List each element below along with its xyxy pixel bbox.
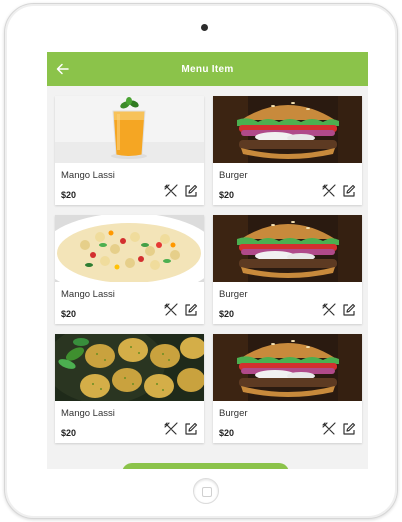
edit-icon[interactable] [184, 184, 198, 198]
crossed-utensils-icon[interactable] [164, 184, 178, 198]
item-price: $20 [219, 309, 235, 319]
edit-icon[interactable] [184, 422, 198, 436]
home-button[interactable] [193, 478, 219, 504]
item-name: Burger [219, 408, 248, 419]
item-price: $20 [219, 428, 235, 438]
back-button[interactable] [54, 61, 70, 77]
item-name: Mango Lassi [61, 170, 115, 181]
item-actions [164, 303, 198, 317]
bottom-action-button[interactable] [122, 463, 289, 469]
front-camera [201, 24, 208, 31]
item-actions [322, 303, 356, 317]
item-price: $20 [61, 428, 77, 438]
menu-item-grid: Mango Lassi $20 Burger $20 Mango Lassi $… [55, 96, 362, 443]
item-name: Mango Lassi [61, 408, 115, 419]
fried-patties-image [55, 334, 204, 401]
app-screen: Menu Item Mango Lassi $20 Burger $20 Man… [47, 52, 368, 469]
menu-item-card[interactable]: Mango Lassi $20 [55, 215, 204, 324]
edit-icon[interactable] [342, 184, 356, 198]
item-actions [322, 422, 356, 436]
crossed-utensils-icon[interactable] [322, 303, 336, 317]
menu-item-card[interactable]: Burger $20 [213, 215, 362, 324]
burger-image [213, 334, 362, 401]
menu-item-card[interactable]: Burger $20 [213, 334, 362, 443]
crossed-utensils-icon[interactable] [164, 422, 178, 436]
crossed-utensils-icon[interactable] [322, 422, 336, 436]
burger-image [213, 96, 362, 163]
item-price: $20 [61, 309, 77, 319]
edit-icon[interactable] [342, 303, 356, 317]
edit-icon[interactable] [184, 303, 198, 317]
menu-item-card[interactable]: Burger $20 [213, 96, 362, 205]
item-name: Mango Lassi [61, 289, 115, 300]
crossed-utensils-icon[interactable] [164, 303, 178, 317]
edit-icon[interactable] [342, 422, 356, 436]
page-title: Menu Item [181, 63, 234, 75]
tablet-frame: Menu Item Mango Lassi $20 Burger $20 Man… [4, 3, 398, 519]
burger-image [213, 215, 362, 282]
item-actions [164, 422, 198, 436]
item-price: $20 [61, 190, 77, 200]
menu-item-card[interactable]: Mango Lassi $20 [55, 96, 204, 205]
pasta-salad-image [55, 215, 204, 282]
item-actions [164, 184, 198, 198]
menu-item-card[interactable]: Mango Lassi $20 [55, 334, 204, 443]
item-name: Burger [219, 170, 248, 181]
item-name: Burger [219, 289, 248, 300]
mango-lassi-image [55, 96, 204, 163]
item-actions [322, 184, 356, 198]
app-bar: Menu Item [47, 52, 368, 86]
crossed-utensils-icon[interactable] [322, 184, 336, 198]
arrow-left-icon [56, 63, 69, 75]
item-price: $20 [219, 190, 235, 200]
